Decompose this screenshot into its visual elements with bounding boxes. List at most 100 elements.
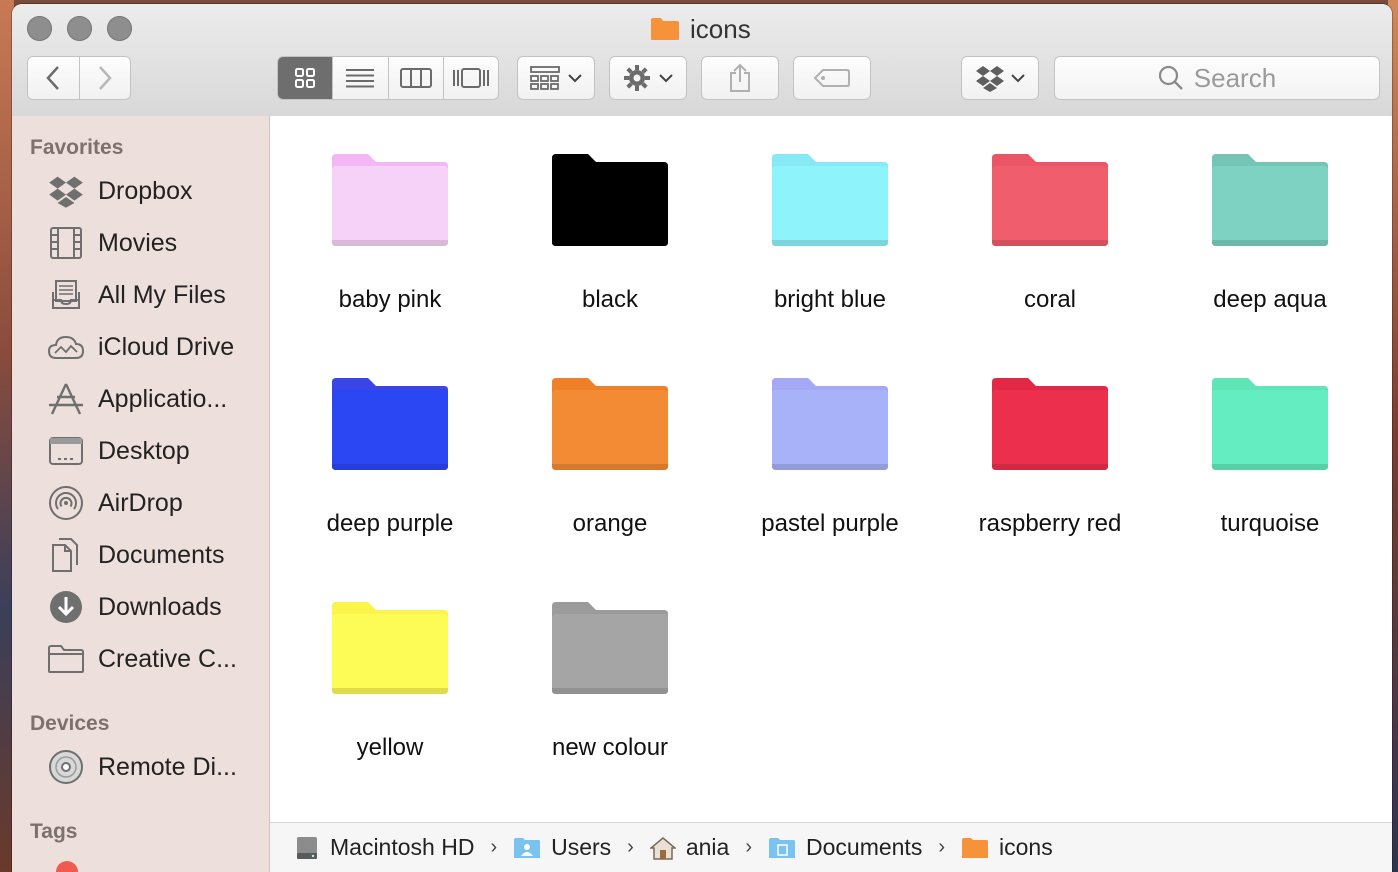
folder-item[interactable]: pastel purple (720, 350, 940, 550)
chevron-right-icon: › (938, 836, 945, 858)
arrange-grid-icon (530, 66, 560, 90)
folder-item[interactable]: yellow (280, 574, 500, 774)
documents-icon (46, 537, 86, 573)
list-view-button[interactable] (333, 57, 389, 99)
folder-icon (332, 378, 448, 470)
folder-name: coral (1023, 286, 1077, 313)
chevron-down-icon (1011, 74, 1025, 83)
download-icon (46, 589, 86, 625)
folder-icon (1212, 378, 1328, 470)
view-mode-control (277, 56, 499, 100)
folder-icon (1212, 154, 1328, 246)
folder-name: new colour (551, 734, 669, 761)
tag-icon (814, 69, 850, 87)
back-button[interactable] (28, 57, 80, 99)
folder-name: turquoise (1220, 510, 1320, 537)
folder-icon (992, 154, 1108, 246)
share-button[interactable] (701, 56, 779, 100)
search-field[interactable]: Search (1054, 56, 1380, 100)
dropbox-button[interactable] (961, 56, 1039, 100)
minimize-window-button[interactable] (67, 16, 92, 41)
folder-icon (772, 378, 888, 470)
folder-item[interactable]: deep purple (280, 350, 500, 550)
sidebar-item-applications[interactable]: Applicatio... (46, 379, 268, 419)
sidebar-item-label: AirDrop (98, 488, 183, 517)
folder-name: pastel purple (761, 510, 899, 537)
folder-icon (772, 154, 888, 246)
desktop-icon (46, 433, 86, 469)
applications-icon (46, 381, 86, 417)
chevron-right-icon: › (490, 836, 498, 858)
path-crumb-documents[interactable]: Documents (768, 834, 922, 861)
sidebar-item-documents[interactable]: Documents (46, 535, 268, 575)
folder-name: raspberry red (978, 510, 1122, 537)
edit-tags-button[interactable] (793, 56, 871, 100)
folder-icon (651, 18, 679, 40)
sidebar-item-icloud-drive[interactable]: iCloud Drive (46, 327, 268, 367)
chevron-down-icon (659, 74, 673, 83)
share-icon (730, 63, 750, 92)
hard-drive-icon (297, 836, 317, 859)
folder-name: black (581, 286, 639, 313)
sidebar-item-label: Downloads (98, 592, 222, 621)
sidebar-item-label: iCloud Drive (98, 332, 235, 361)
cloud-icon (46, 329, 86, 365)
folder-item[interactable]: raspberry red (940, 350, 1160, 550)
gallery-view-button[interactable] (443, 57, 498, 99)
sidebar: Favorites Dropbox Movies All My Files iC… (12, 116, 270, 872)
close-window-button[interactable] (27, 16, 52, 41)
folder-item[interactable]: bright blue (720, 126, 940, 326)
sidebar-item-desktop[interactable]: Desktop (46, 431, 268, 471)
folder-item[interactable]: baby pink (280, 126, 500, 326)
sidebar-item-label: Desktop (98, 436, 190, 465)
sidebar-item-label: Movies (98, 228, 178, 257)
folder-item[interactable]: new colour (500, 574, 720, 774)
sidebar-item-movies[interactable]: Movies (46, 223, 268, 263)
search-icon (1158, 65, 1183, 90)
folder-item[interactable]: turquoise (1160, 350, 1380, 550)
sidebar-item-airdrop[interactable]: AirDrop (46, 483, 268, 523)
folder-icon (332, 154, 448, 246)
nav-buttons (27, 56, 131, 100)
folder-name: orange (572, 510, 648, 537)
path-crumb-macintosh-hd[interactable]: Macintosh HD (294, 834, 474, 861)
sidebar-item-remote-disc[interactable]: Remote Di... (46, 747, 268, 787)
sidebar-item-label: Creative C... (98, 644, 237, 673)
path-crumb-users[interactable]: Users (513, 834, 611, 861)
airdrop-icon (46, 485, 86, 521)
forward-button[interactable] (79, 57, 130, 99)
path-crumb-ania[interactable]: ania (649, 834, 730, 861)
column-view-button[interactable] (388, 57, 444, 99)
cover-flow-icon (452, 68, 489, 88)
folder-item[interactable]: deep aqua (1160, 126, 1380, 326)
icon-view-button[interactable] (278, 57, 334, 99)
path-crumb-icons[interactable]: icons (961, 834, 1053, 861)
tag-color-dot[interactable] (56, 861, 78, 872)
zoom-window-button[interactable] (107, 16, 132, 41)
sidebar-item-label: Dropbox (98, 176, 193, 205)
arrange-button[interactable] (517, 56, 595, 100)
sidebar-item-downloads[interactable]: Downloads (46, 587, 268, 627)
search-placeholder: Search (1193, 62, 1277, 93)
chevron-right-icon (98, 66, 112, 90)
folder-item[interactable]: black (500, 126, 720, 326)
sidebar-item-label: Documents (98, 540, 225, 569)
sidebar-item-creative-cloud[interactable]: Creative C... (46, 639, 268, 679)
folder-name: yellow (356, 734, 424, 761)
window-title-text: icons (690, 13, 751, 44)
sidebar-item-all-my-files[interactable]: All My Files (46, 275, 268, 315)
dropbox-icon (46, 173, 86, 209)
folder-icon (552, 154, 668, 246)
gear-icon (624, 65, 650, 91)
action-button[interactable] (609, 56, 687, 100)
folder-icon (992, 378, 1108, 470)
folder-item[interactable]: coral (940, 126, 1160, 326)
chevron-right-icon: › (745, 836, 752, 858)
path-crumb-label: ania (685, 834, 730, 860)
sidebar-item-dropbox[interactable]: Dropbox (46, 171, 268, 211)
sidebar-item-label: Remote Di... (98, 752, 237, 781)
folder-name: baby pink (338, 286, 442, 313)
dropbox-icon (976, 66, 1004, 92)
folder-item[interactable]: orange (500, 350, 720, 550)
folder-grid: baby pink black bright blue coral deep aqua d… (270, 116, 1392, 822)
